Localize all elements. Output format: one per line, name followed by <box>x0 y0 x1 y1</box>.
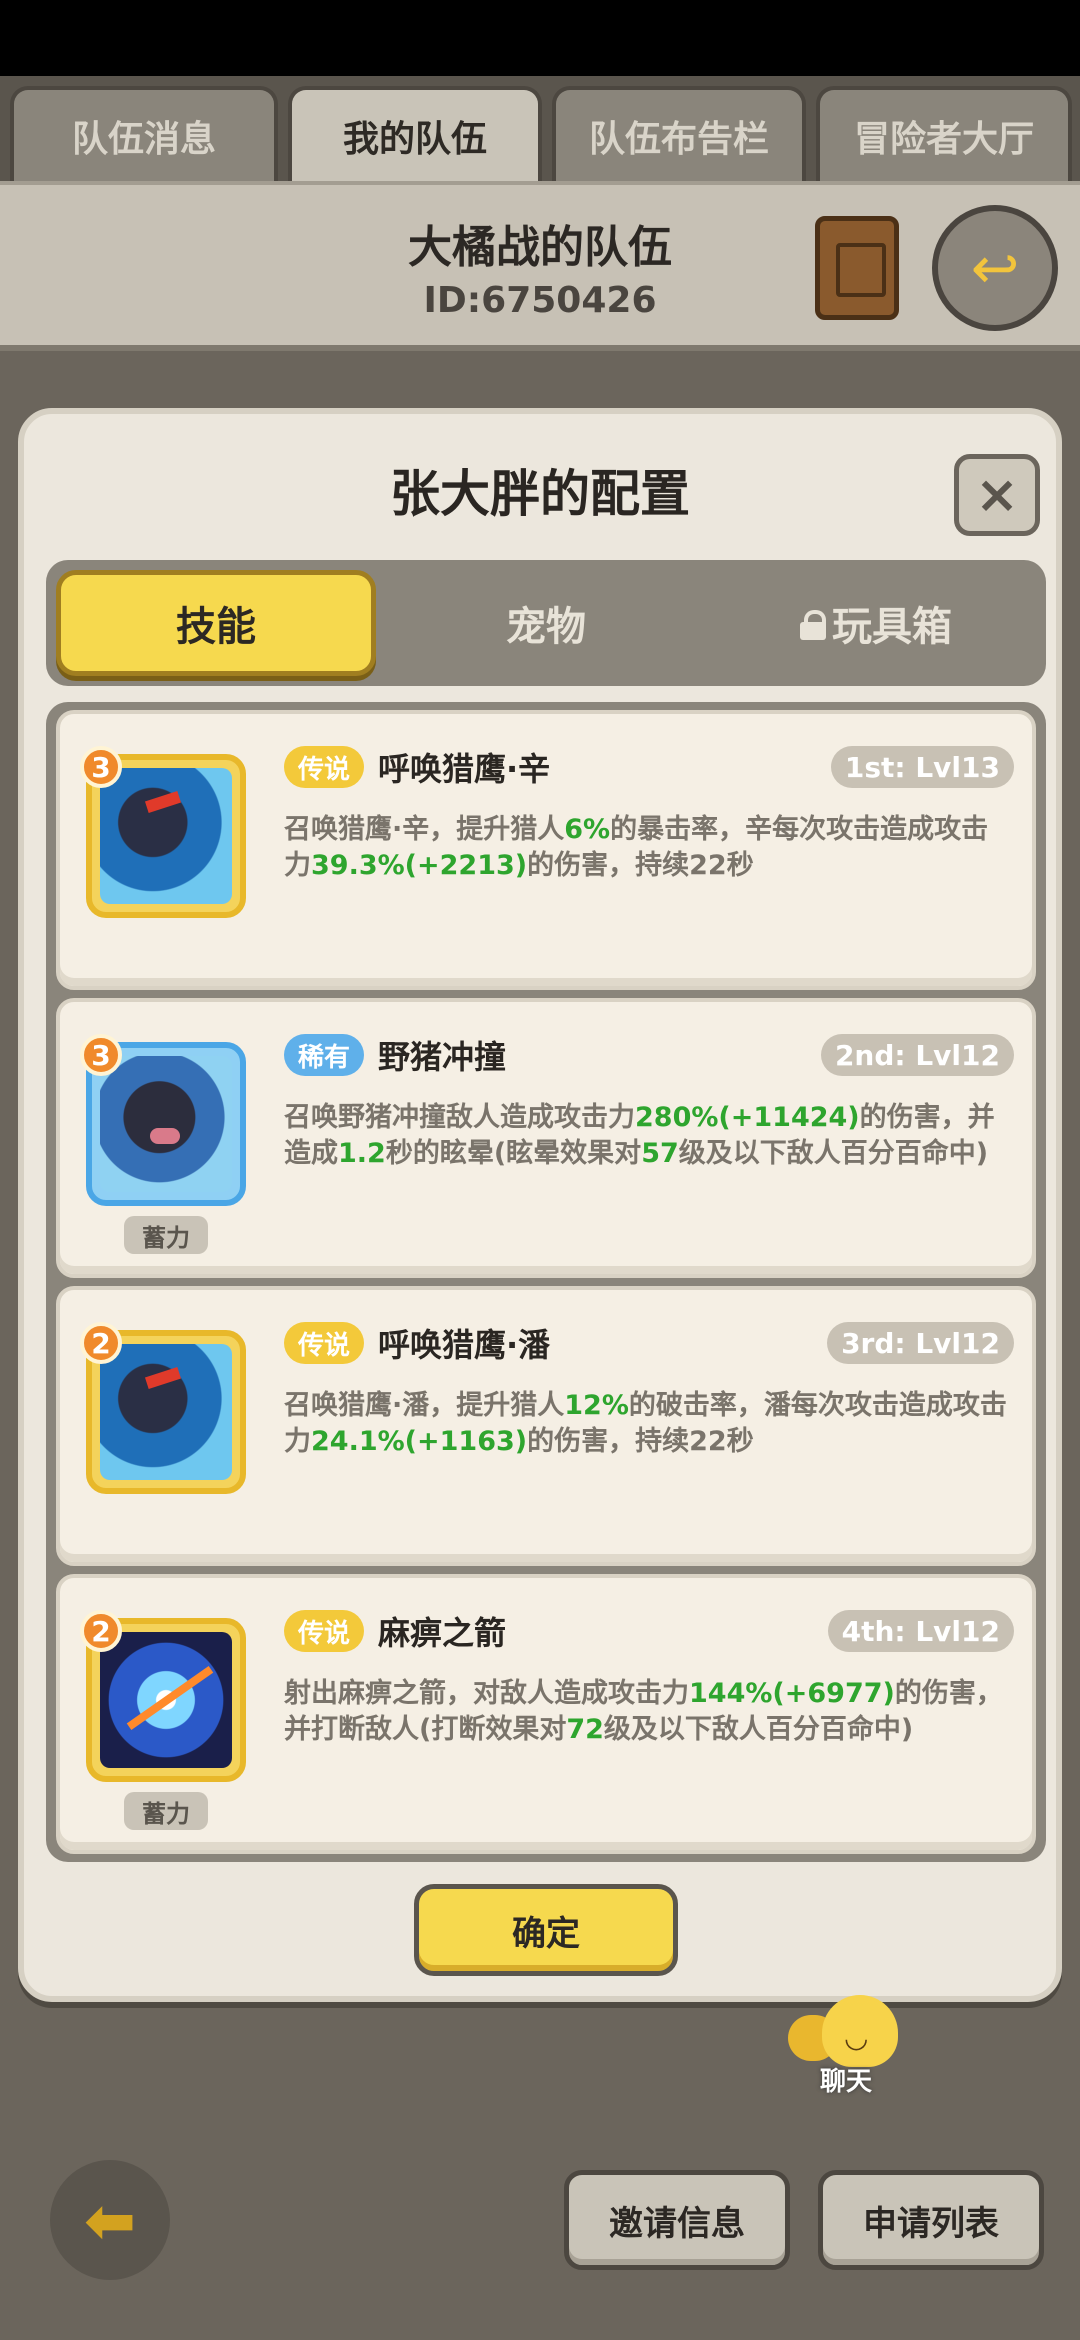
skill-name: 呼唤猎鹰·辛 <box>378 750 551 788</box>
skill-level-badge: 2 <box>80 1610 122 1652</box>
skill-level-badge: 2 <box>80 1322 122 1364</box>
tab-skills[interactable]: 技能 <box>56 570 376 676</box>
skill-rank-badge: 2nd: Lvl12 <box>820 1034 1014 1076</box>
hawk-icon <box>100 768 232 904</box>
skill-name: 麻痹之箭 <box>378 1614 507 1652</box>
skill-rank-badge: 1st: Lvl13 <box>830 746 1014 788</box>
apply-list-button[interactable]: 申请列表 <box>818 2170 1044 2270</box>
tab-toybox-label: 玩具箱 <box>832 604 952 650</box>
skill-card[interactable]: 3 蓄力 稀有 野猪冲撞 2nd: Lvl12 召唤野猪冲撞敌人造成攻击力280… <box>56 998 1036 1278</box>
config-segment-bar: 技能 宠物 玩具箱 <box>46 560 1046 686</box>
scroll-icon[interactable] <box>815 216 899 320</box>
tab-pets-label: 宠物 <box>506 604 586 650</box>
member-config-modal: 张大胖的配置 × 技能 宠物 玩具箱 3 传说 呼唤猎鹰·辛 1st: Lvl1… <box>18 408 1062 2002</box>
skill-card[interactable]: 3 传说 呼唤猎鹰·辛 1st: Lvl13 召唤猎鹰·辛，提升猎人6%的暴击率… <box>56 710 1036 990</box>
rarity-badge: 传说 <box>284 746 365 788</box>
tab-my-team[interactable]: 我的队伍 <box>288 86 542 181</box>
confirm-button[interactable]: 确定 <box>414 1884 678 1976</box>
skill-rank-badge: 4th: Lvl12 <box>827 1610 1014 1652</box>
lock-icon <box>800 610 826 640</box>
team-id: ID:6750426 <box>423 280 657 321</box>
status-bar <box>0 0 1080 76</box>
rarity-badge: 传说 <box>284 1322 365 1364</box>
skill-rank-badge: 3rd: Lvl12 <box>827 1322 1014 1364</box>
skill-description: 召唤野猪冲撞敌人造成攻击力280%(+11424)的伤害，并造成1.2秒的眩晕(… <box>284 1102 995 1169</box>
tab-skills-label: 技能 <box>176 604 256 650</box>
charge-tag: 蓄力 <box>124 1216 208 1254</box>
close-button[interactable]: × <box>954 454 1040 536</box>
exit-team-icon[interactable]: ↩ <box>932 205 1058 331</box>
smile-icon: ◡ <box>844 2021 869 2054</box>
modal-title: 张大胖的配置 <box>390 465 690 523</box>
invite-info-button[interactable]: 邀请信息 <box>564 2170 790 2270</box>
tab-team-messages[interactable]: 队伍消息 <box>10 86 278 181</box>
back-arrow-icon[interactable]: ⬅ <box>50 2160 170 2280</box>
skill-card[interactable]: 2 蓄力 传说 麻痹之箭 4th: Lvl12 射出麻痹之箭，对敌人造成攻击力1… <box>56 1574 1036 1854</box>
tab-toybox[interactable]: 玩具箱 <box>716 570 1036 676</box>
tab-team-bulletin[interactable]: 队伍布告栏 <box>552 86 806 181</box>
rarity-badge: 稀有 <box>284 1034 365 1076</box>
skill-description: 召唤猎鹰·潘，提升猎人12%的破击率，潘每次攻击造成攻击力24.1%(+1163… <box>284 1390 1007 1457</box>
skill-name: 呼唤猎鹰·潘 <box>378 1326 551 1364</box>
skill-list[interactable]: 3 传说 呼唤猎鹰·辛 1st: Lvl13 召唤猎鹰·辛，提升猎人6%的暴击率… <box>46 702 1046 1862</box>
skill-level-badge: 3 <box>80 1034 122 1076</box>
rarity-badge: 传说 <box>284 1610 365 1652</box>
skill-description: 召唤猎鹰·辛，提升猎人6%的暴击率，辛每次攻击造成攻击力39.3%(+2213)… <box>284 814 989 881</box>
skill-card[interactable]: 2 传说 呼唤猎鹰·潘 3rd: Lvl12 召唤猎鹰·潘，提升猎人12%的破击… <box>56 1286 1036 1566</box>
tab-pets[interactable]: 宠物 <box>386 570 706 676</box>
chat-button[interactable]: ◡ 聊天 <box>786 1995 906 2097</box>
skill-level-badge: 3 <box>80 746 122 788</box>
tab-adventurer-hall[interactable]: 冒险者大厅 <box>816 86 1072 181</box>
team-header: 大橘战的队伍 ID:6750426 ↩ <box>0 181 1080 351</box>
charge-tag: 蓄力 <box>124 1792 208 1830</box>
paralysis-arrow-icon <box>100 1632 232 1768</box>
boar-icon <box>100 1056 232 1192</box>
team-name: 大橘战的队伍 <box>408 222 672 273</box>
top-tab-bar: 队伍消息 我的队伍 队伍布告栏 冒险者大厅 <box>0 76 1080 181</box>
skill-name: 野猪冲撞 <box>378 1038 507 1076</box>
hawk-icon <box>100 1344 232 1480</box>
chat-label: 聊天 <box>819 2067 872 2097</box>
skill-description: 射出麻痹之箭，对敌人造成攻击力144%(+6977)的伤害，并打断敌人(打断效果… <box>284 1678 1003 1745</box>
